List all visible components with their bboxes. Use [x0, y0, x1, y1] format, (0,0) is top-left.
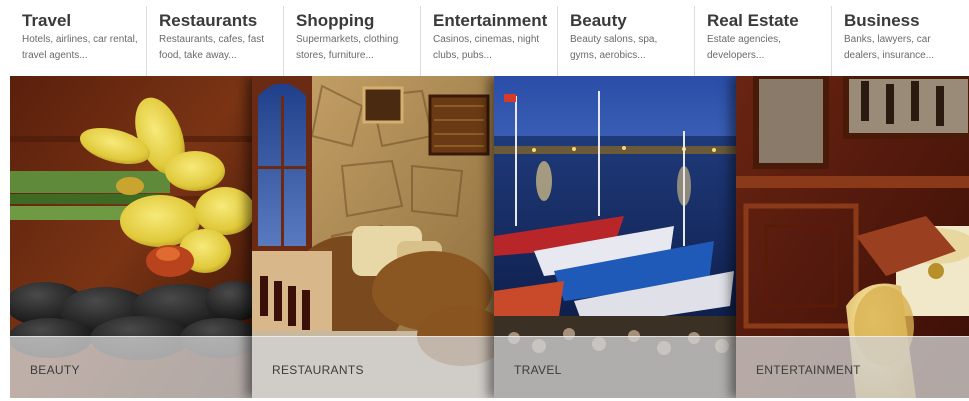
category-nav: Travel Hotels, airlines, car rental, tra…: [10, 6, 969, 77]
showcase-panel-travel[interactable]: TRAVEL: [494, 76, 736, 398]
nav-item-business[interactable]: Business Banks, lawyers, car dealers, in…: [832, 6, 969, 76]
nav-item-entertainment[interactable]: Entertainment Casinos, cinemas, night cl…: [421, 6, 558, 76]
nav-item-description: Supermarkets, clothing stores, furniture…: [296, 34, 399, 61]
nav-item-title: Restaurants: [159, 11, 258, 30]
nav-item-restaurants[interactable]: Restaurants Restaurants, cafes, fast foo…: [147, 6, 284, 76]
nav-item-title: Travel: [22, 11, 72, 30]
panel-caption: ENTERTAINMENT: [756, 363, 861, 377]
panel-caption: BEAUTY: [30, 363, 80, 377]
showcase-panel-entertainment[interactable]: ENTERTAINMENT: [736, 76, 969, 398]
nav-item-shopping[interactable]: Shopping Supermarkets, clothing stores, …: [284, 6, 421, 76]
nav-item-description: Casinos, cinemas, night clubs, pubs...: [433, 34, 540, 61]
nav-item-description: Estate agencies, developers...: [707, 34, 781, 61]
nav-item-title: Entertainment: [433, 11, 548, 30]
nav-item-title: Shopping: [296, 11, 375, 30]
caption-bar: TRAVEL: [494, 336, 736, 398]
nav-item-description: Restaurants, cafes, fast food, take away…: [159, 34, 265, 61]
nav-item-title: Business: [844, 11, 920, 30]
nav-item-description: Banks, lawyers, car dealers, insurance..…: [844, 34, 935, 61]
panel-caption: RESTAURANTS: [272, 363, 364, 377]
category-showcase: BEAUTY RESTAURANTS TRAVEL ENTERTAINMENT: [10, 76, 969, 398]
showcase-panel-restaurants[interactable]: RESTAURANTS: [252, 76, 494, 398]
nav-item-real-estate[interactable]: Real Estate Estate agencies, developers.…: [695, 6, 832, 76]
nav-item-title: Beauty: [570, 11, 627, 30]
nav-item-title: Real Estate: [707, 11, 799, 30]
nav-item-travel[interactable]: Travel Hotels, airlines, car rental, tra…: [10, 6, 147, 76]
caption-bar: BEAUTY: [10, 336, 252, 398]
panel-caption: TRAVEL: [514, 363, 562, 377]
caption-bar: ENTERTAINMENT: [736, 336, 969, 398]
nav-item-description: Hotels, airlines, car rental, travel age…: [22, 34, 138, 61]
showcase-panel-beauty[interactable]: BEAUTY: [10, 76, 252, 398]
nav-item-beauty[interactable]: Beauty Beauty salons, spa, gyms, aerobic…: [558, 6, 695, 76]
caption-bar: RESTAURANTS: [252, 336, 494, 398]
nav-item-description: Beauty salons, spa, gyms, aerobics...: [570, 34, 658, 61]
